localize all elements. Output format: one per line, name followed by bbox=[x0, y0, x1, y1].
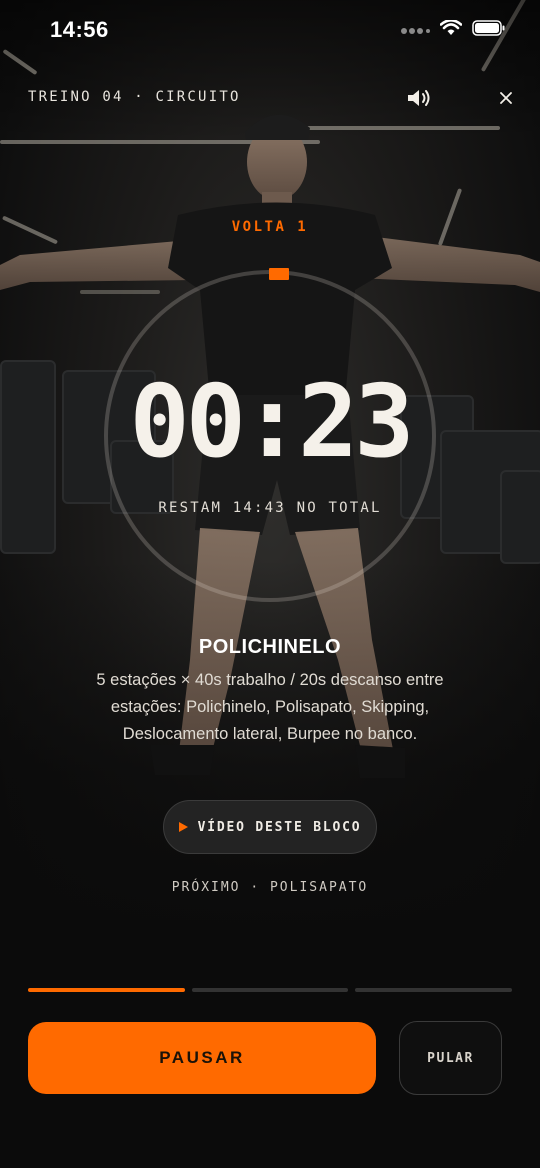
exercise-description: 5 estações × 40s trabalho / 20s descanso… bbox=[96, 671, 444, 743]
progress-segment bbox=[191, 988, 349, 992]
pause-button-label: PAUSAR bbox=[159, 1048, 245, 1067]
wifi-icon bbox=[440, 20, 462, 35]
countdown-timer: 00:23 bbox=[129, 363, 414, 480]
block-video-label: VÍDEO DESTE BLOCO bbox=[197, 819, 362, 835]
status-icons bbox=[400, 20, 506, 36]
workout-screen: 14:56 TREINO 04 · CIRCUITO VOLTA 1 00:23… bbox=[0, 0, 540, 1168]
round-label: VOLTA 1 bbox=[231, 219, 309, 235]
speaker-icon bbox=[408, 90, 430, 106]
battery-icon bbox=[472, 20, 505, 36]
sound-toggle-button[interactable] bbox=[405, 86, 433, 110]
exercise-name: POLICHINELO bbox=[198, 636, 342, 658]
remaining-time-label: RESTAM 14:43 NO TOTAL bbox=[158, 500, 382, 516]
workout-header: TREINO 04 · CIRCUITO bbox=[0, 82, 540, 114]
play-icon bbox=[178, 822, 188, 832]
pause-button[interactable]: PAUSAR bbox=[28, 1022, 376, 1094]
skip-button-label: PULAR bbox=[427, 1050, 474, 1066]
progress-segment bbox=[355, 988, 513, 992]
status-time: 14:56 bbox=[50, 17, 109, 42]
skip-button[interactable]: PULAR bbox=[399, 1021, 502, 1095]
signal-icon bbox=[401, 28, 430, 34]
close-icon bbox=[500, 92, 512, 104]
workout-title: TREINO 04 · CIRCUITO bbox=[28, 89, 241, 105]
round-progress-marker bbox=[269, 268, 289, 280]
block-progress-bar bbox=[28, 988, 513, 993]
progress-segment bbox=[28, 988, 185, 992]
next-exercise-label: PRÓXIMO · POLISAPATO bbox=[171, 880, 369, 895]
block-video-button[interactable]: VÍDEO DESTE BLOCO bbox=[163, 800, 377, 854]
status-bar: 14:56 bbox=[0, 0, 540, 62]
close-button[interactable] bbox=[496, 88, 516, 108]
